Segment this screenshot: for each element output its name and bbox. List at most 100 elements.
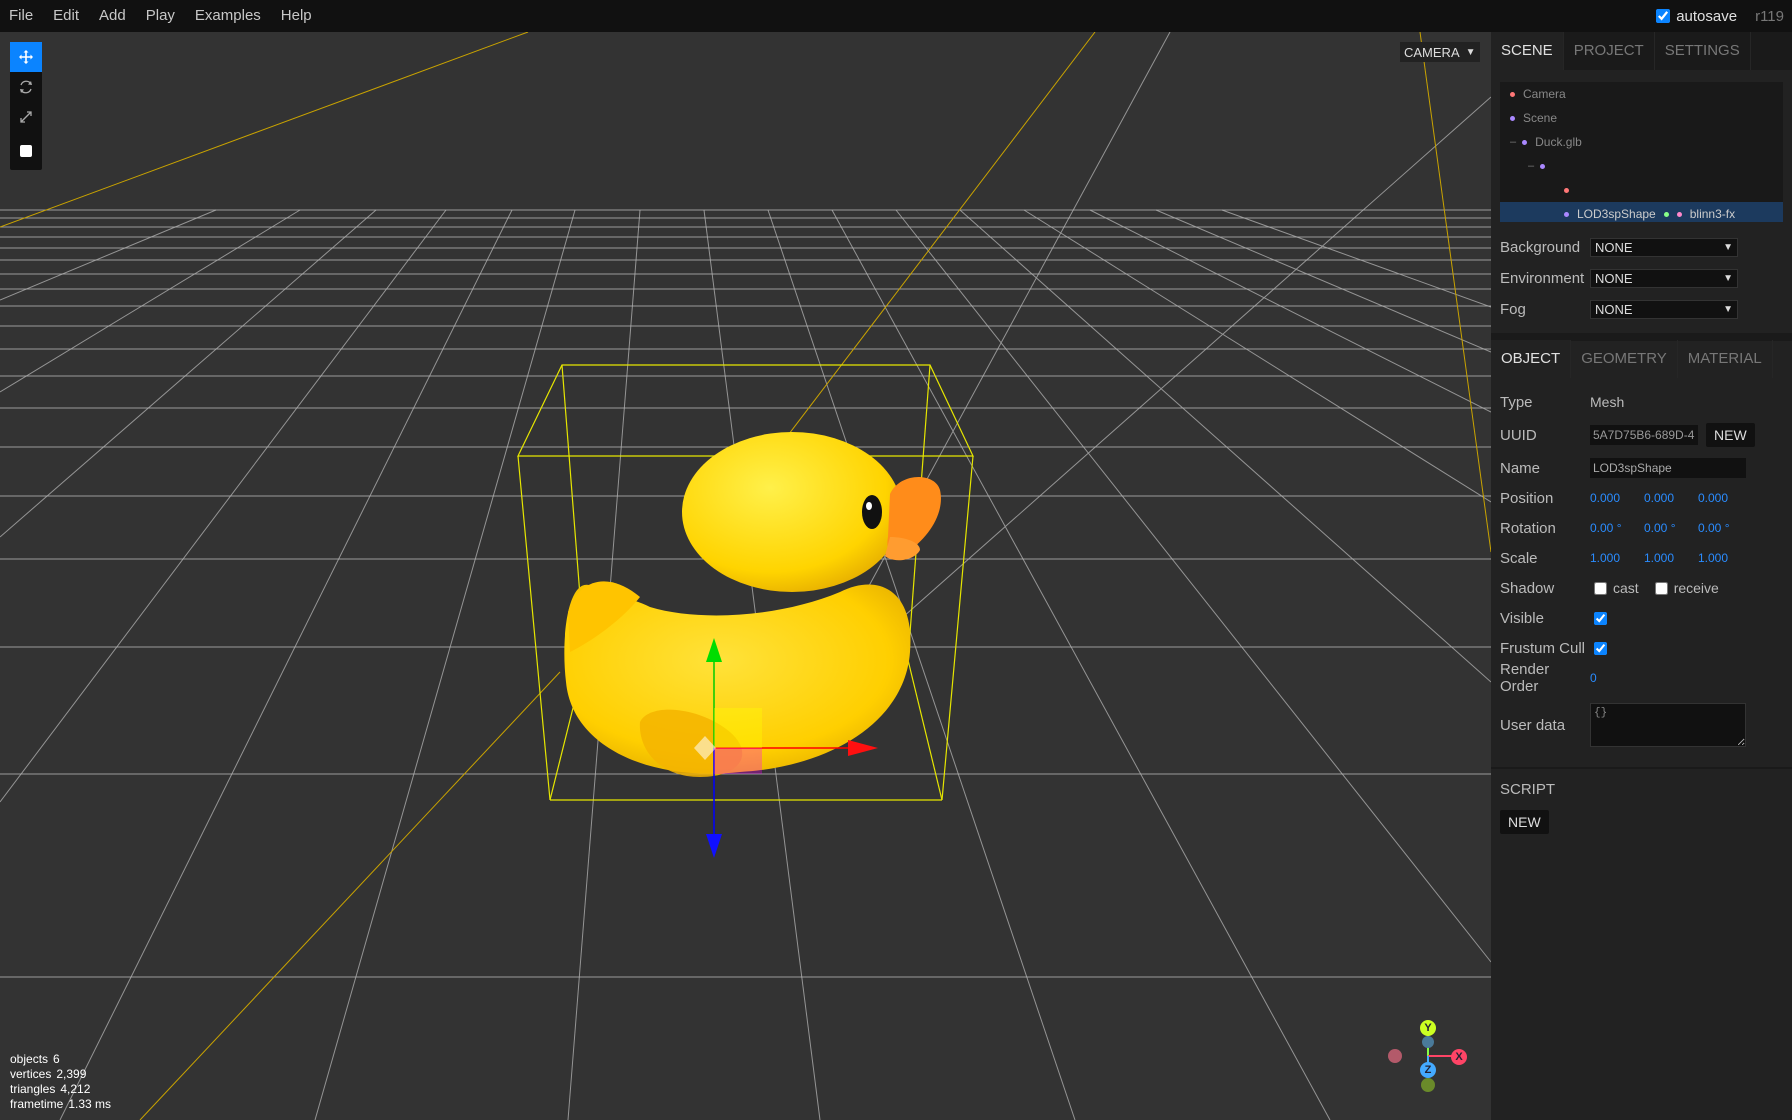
menu-file[interactable]: File xyxy=(0,0,43,32)
triangles-label: triangles xyxy=(10,1082,56,1096)
scene-outliner[interactable]: Camera Scene – Duck.glb – LOD3spShape bl… xyxy=(1500,82,1783,222)
position-y-field[interactable]: 0.000 xyxy=(1644,491,1698,505)
visible-checkbox[interactable] xyxy=(1594,611,1607,625)
viewport[interactable]: Y X Z objects 6 vertices 2,399 triangles 4,… xyxy=(0,32,1491,1120)
tab-project[interactable]: PROJECT xyxy=(1564,32,1655,70)
object-properties: Type Mesh UUID NEW Name Position 0.000 0… xyxy=(1491,387,1792,753)
outliner-item-camera-child[interactable] xyxy=(1500,178,1783,202)
collapse-icon[interactable]: – xyxy=(1510,130,1516,154)
camera-dot-icon xyxy=(1564,187,1569,193)
receive-shadow-checkbox[interactable] xyxy=(1654,581,1668,595)
vertices-label: vertices xyxy=(10,1067,52,1081)
tab-scene[interactable]: SCENE xyxy=(1491,32,1564,70)
view-helper-y[interactable]: Y xyxy=(1420,1020,1436,1036)
script-new-button[interactable]: NEW xyxy=(1500,810,1549,834)
environment-select[interactable]: NONE ▼ xyxy=(1590,269,1738,288)
rotation-label: Rotation xyxy=(1500,519,1556,537)
outliner-item-duck[interactable]: – Duck.glb xyxy=(1500,130,1783,154)
fog-row: Fog NONE ▼ xyxy=(1500,294,1783,325)
tab-object[interactable]: OBJECT xyxy=(1491,340,1572,378)
cast-label: cast xyxy=(1613,580,1639,596)
translate-button[interactable] xyxy=(10,42,42,72)
rotate-button[interactable] xyxy=(10,72,42,102)
position-row: Position 0.000 0.000 0.000 xyxy=(1500,483,1783,513)
camera-select[interactable]: CAMERA ▼ xyxy=(1400,42,1480,62)
script-panel: NEW xyxy=(1491,810,1792,834)
view-helper-x[interactable]: X xyxy=(1451,1049,1467,1065)
cast-shadow-checkbox[interactable] xyxy=(1594,581,1607,595)
render-info: objects 6 vertices 2,399 triangles 4,212 fr… xyxy=(10,1052,111,1112)
render-order-field[interactable]: 0 xyxy=(1590,671,1644,685)
environment-label: Environment xyxy=(1500,270,1585,287)
background-select[interactable]: NONE ▼ xyxy=(1590,238,1738,257)
background-value: NONE xyxy=(1595,240,1633,255)
autosave-label: autosave xyxy=(1676,7,1738,25)
vertices-count: 2,399 xyxy=(56,1067,87,1081)
type-label: Type xyxy=(1500,393,1533,411)
frustum-cull-checkbox[interactable] xyxy=(1594,641,1607,655)
scale-y-field[interactable]: 1.000 xyxy=(1644,551,1698,565)
autosave-checkbox[interactable] xyxy=(1656,9,1671,23)
mesh-dot-icon xyxy=(1564,211,1569,217)
scale-icon xyxy=(20,111,32,123)
rotation-z-field[interactable]: 0.00 ° xyxy=(1698,521,1752,535)
scene-canvas[interactable] xyxy=(0,32,1491,1120)
outliner-label: LOD3spShape xyxy=(1577,207,1656,221)
visible-row: Visible xyxy=(1500,603,1783,633)
fog-select[interactable]: NONE ▼ xyxy=(1590,300,1738,319)
frametime-value: 1.33 ms xyxy=(68,1097,112,1111)
scale-button[interactable] xyxy=(10,102,42,132)
rotate-icon xyxy=(20,80,32,94)
outliner-item-group[interactable]: – xyxy=(1500,154,1783,178)
uuid-field[interactable] xyxy=(1590,425,1698,445)
scale-z-field[interactable]: 1.000 xyxy=(1698,551,1752,565)
sidebar: SCENE PROJECT SETTINGS Camera Scene – Du… xyxy=(1491,32,1792,1120)
rotation-x-field[interactable]: 0.00 ° xyxy=(1590,521,1644,535)
local-space-toggle[interactable] xyxy=(10,132,42,170)
name-row: Name xyxy=(1500,453,1783,483)
script-title: SCRIPT xyxy=(1500,781,1556,798)
outliner-item-scene[interactable]: Scene xyxy=(1500,106,1783,130)
divider xyxy=(1491,767,1792,769)
view-helper-z[interactable]: Z xyxy=(1420,1062,1436,1078)
outliner-label: Camera xyxy=(1523,87,1566,101)
chevron-down-icon: ▼ xyxy=(1723,273,1733,284)
local-checkbox-icon xyxy=(20,145,32,157)
uuid-new-button[interactable]: NEW xyxy=(1706,423,1755,447)
tab-material[interactable]: MATERIAL xyxy=(1678,340,1773,378)
position-z-field[interactable]: 0.000 xyxy=(1698,491,1752,505)
rotation-y-field[interactable]: 0.00 ° xyxy=(1644,521,1698,535)
menu-add[interactable]: Add xyxy=(89,0,136,32)
menu-play[interactable]: Play xyxy=(136,0,185,32)
frametime-label: frametime xyxy=(10,1097,64,1111)
outliner-label: Duck.glb xyxy=(1535,135,1582,149)
render-order-row: Render Order 0 xyxy=(1500,661,1783,695)
menubar: File Edit Add Play Examples Help autosav… xyxy=(0,0,1792,32)
tab-geometry[interactable]: GEOMETRY xyxy=(1571,340,1678,378)
menu-help[interactable]: Help xyxy=(271,0,322,32)
name-field[interactable] xyxy=(1590,458,1746,478)
object-dot-icon xyxy=(1540,163,1546,169)
frustum-label: Frustum Cull xyxy=(1500,639,1586,657)
scale-x-field[interactable]: 1.000 xyxy=(1590,551,1644,565)
uuid-row: UUID NEW xyxy=(1500,417,1783,453)
chevron-down-icon: ▼ xyxy=(1723,304,1733,315)
camera-select-value: CAMERA xyxy=(1404,44,1460,60)
userdata-row: User data {} xyxy=(1500,697,1783,753)
type-row: Type Mesh xyxy=(1500,387,1783,417)
userdata-textarea[interactable]: {} xyxy=(1590,703,1746,747)
visible-label: Visible xyxy=(1500,609,1544,627)
tab-settings[interactable]: SETTINGS xyxy=(1655,32,1751,70)
outliner-item-camera[interactable]: Camera xyxy=(1500,82,1783,106)
menu-edit[interactable]: Edit xyxy=(43,0,89,32)
background-label: Background xyxy=(1500,239,1581,256)
grid-horizontal xyxy=(0,209,1491,978)
position-x-field[interactable]: 0.000 xyxy=(1590,491,1644,505)
menu-examples[interactable]: Examples xyxy=(185,0,271,32)
outliner-item-mesh[interactable]: LOD3spShape blinn3-fx xyxy=(1500,202,1783,222)
environment-row: Environment NONE ▼ xyxy=(1500,263,1783,294)
object-tabs: OBJECT GEOMETRY MATERIAL xyxy=(1491,340,1792,378)
view-helper[interactable] xyxy=(1388,1032,1458,1092)
camera-dot-icon xyxy=(1510,91,1515,97)
collapse-icon[interactable]: – xyxy=(1528,154,1534,178)
